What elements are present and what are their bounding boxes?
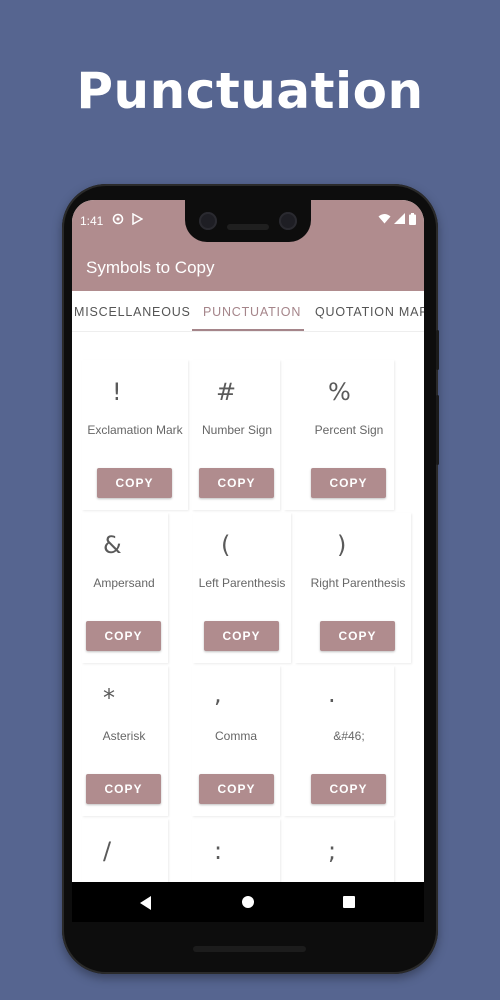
symbol-name: Ampersand <box>93 576 155 590</box>
signal-icon <box>394 213 405 227</box>
symbol-name: Left Parenthesis <box>198 576 286 590</box>
app-bar: Symbols to Copy <box>72 244 424 291</box>
copy-button[interactable]: COPY <box>86 774 161 804</box>
front-camera-left <box>199 212 217 230</box>
symbol-card: * Asterisk COPY <box>82 666 168 816</box>
home-icon[interactable] <box>242 896 254 908</box>
symbol-glyph: % <box>328 378 351 406</box>
symbol-glyph: * <box>103 684 115 712</box>
symbol-name: Exclamation Mark <box>87 423 183 437</box>
symbol-name: Number Sign <box>201 423 273 437</box>
symbol-glyph: : <box>214 837 223 865</box>
bottom-speaker <box>193 946 306 952</box>
status-time: 1:41 <box>80 214 104 228</box>
symbol-card: # Number Sign COPY <box>192 360 280 510</box>
symbol-glyph: ( <box>221 531 231 559</box>
copy-button[interactable]: COPY <box>311 468 386 498</box>
symbol-glyph: . <box>328 680 336 708</box>
symbol-glyph: / <box>103 837 112 865</box>
symbol-glyph: , <box>214 680 222 708</box>
play-store-icon <box>132 212 144 228</box>
headline: Punctuation <box>76 62 424 120</box>
copy-button[interactable]: COPY <box>199 774 274 804</box>
copy-button[interactable]: COPY <box>311 774 386 804</box>
battery-icon <box>409 213 416 228</box>
symbol-glyph: ; <box>328 837 337 865</box>
symbol-card: . &#46; COPY <box>284 666 394 816</box>
copy-button[interactable]: COPY <box>199 468 274 498</box>
symbol-glyph: ! <box>112 378 122 406</box>
symbol-card: ; <box>284 819 394 882</box>
symbol-glyph: ) <box>337 531 347 559</box>
symbol-card: % Percent Sign COPY <box>284 360 394 510</box>
app-title: Symbols to Copy <box>86 258 215 277</box>
phone-screen: 1:41 Symbols to Copy MISCELLANEOUS PUNCT… <box>72 200 424 922</box>
symbol-card: ) Right Parenthesis COPY <box>295 513 411 663</box>
symbol-name: &#46; <box>333 729 365 743</box>
status-bar: 1:41 <box>72 200 424 244</box>
copy-button[interactable]: COPY <box>97 468 172 498</box>
tab-punctuation[interactable]: PUNCTUATION <box>203 305 301 319</box>
tab-quotation-marks[interactable]: QUOTATION MARI <box>315 305 424 319</box>
copy-button[interactable]: COPY <box>204 621 279 651</box>
tab-bar: MISCELLANEOUS PUNCTUATION QUOTATION MARI <box>72 291 424 332</box>
symbol-name: Right Parenthesis <box>310 576 406 590</box>
symbol-glyph: # <box>216 378 237 406</box>
recents-icon[interactable] <box>343 896 355 908</box>
tab-indicator <box>192 329 304 331</box>
symbol-name: Asterisk <box>102 729 146 743</box>
volume-button <box>436 395 439 465</box>
symbol-glyph: & <box>103 531 122 559</box>
symbol-card: : <box>192 819 280 882</box>
back-icon[interactable] <box>140 896 151 910</box>
front-camera-right <box>279 212 297 230</box>
copy-button[interactable]: COPY <box>86 621 161 651</box>
wifi-icon <box>378 213 391 227</box>
symbol-name: Comma <box>214 729 257 743</box>
symbol-grid: ! Exclamation Mark COPY # Number Sign CO… <box>72 332 424 882</box>
symbol-card: & Ampersand COPY <box>82 513 168 663</box>
copy-button[interactable]: COPY <box>320 621 395 651</box>
symbol-name: Percent Sign <box>314 423 384 437</box>
earpiece-speaker <box>227 224 269 230</box>
symbol-card: / <box>82 819 168 882</box>
navigation-bar <box>72 882 424 922</box>
symbol-card: ( Left Parenthesis COPY <box>193 513 291 663</box>
power-button <box>436 330 439 370</box>
tab-miscellaneous[interactable]: MISCELLANEOUS <box>74 305 191 319</box>
symbol-card: ! Exclamation Mark COPY <box>82 360 188 510</box>
camera-notch <box>185 200 311 242</box>
sync-icon <box>112 213 124 228</box>
symbol-card: , Comma COPY <box>192 666 280 816</box>
